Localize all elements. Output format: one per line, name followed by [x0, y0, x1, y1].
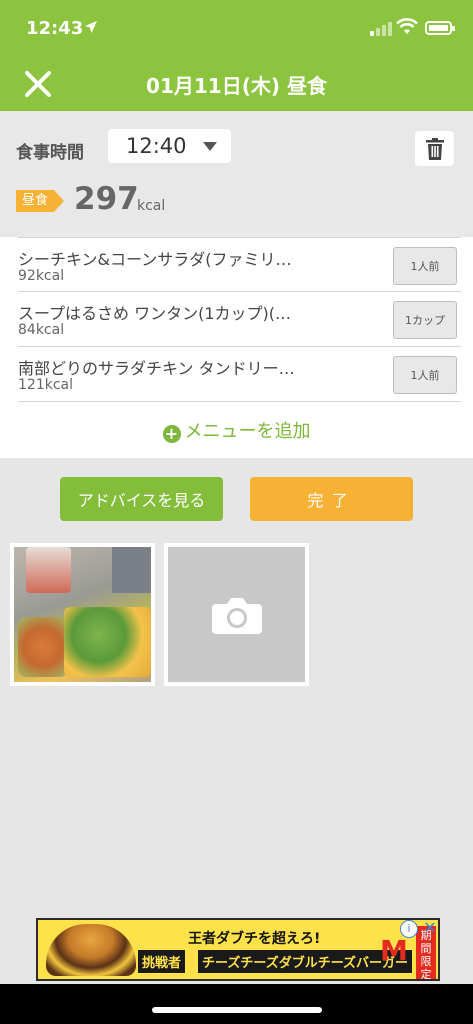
meal-time-section: 食事時間 12:40 昼食 297 kcal	[0, 111, 473, 237]
page-title: 01月11日(木) 昼食	[146, 74, 327, 98]
meal-time-value: 12:40	[126, 134, 187, 158]
add-photo-button[interactable]	[164, 543, 309, 686]
total-kcal-unit: kcal	[137, 198, 166, 214]
ad-banner[interactable]: 王者ダブチを超えろ! 挑戦者 チーズチーズダブルチーズバーガー M 期間限定	[36, 918, 440, 981]
done-button[interactable]: 完了	[250, 477, 413, 521]
meal-photo-thumbnail[interactable]	[10, 543, 155, 686]
ad-burger-image	[46, 924, 136, 976]
menu-item-name: シーチキン&コーンサラダ(ファミリ…	[18, 250, 292, 269]
portion-button[interactable]: 1人前	[393, 356, 457, 394]
nav-bar: 01月11日(木) 昼食	[0, 58, 473, 111]
status-bar: 12:43	[0, 0, 473, 58]
ad-close-icon[interactable]: ✕	[421, 919, 439, 937]
wifi-icon	[396, 18, 418, 34]
caret-down-icon	[203, 142, 217, 151]
menu-item-name: 南部どりのサラダチキン タンドリー…	[18, 359, 295, 378]
advice-button[interactable]: アドバイスを見る	[60, 477, 223, 521]
menu-item[interactable]: 南部どりのサラダチキン タンドリー… 121kcal 1人前	[18, 347, 461, 402]
ad-brand-logo: M	[380, 934, 408, 967]
camera-icon	[211, 597, 262, 634]
meal-time-label: 食事時間	[16, 143, 84, 163]
menu-item[interactable]: シーチキン&コーンサラダ(ファミリ… 92kcal 1人前	[18, 237, 461, 292]
meal-type-badge: 昼食	[16, 190, 65, 212]
add-menu-label: メニューを追加	[184, 421, 311, 442]
menu-item-name: スープはるさめ ワンタン(1カップ)(…	[18, 304, 292, 323]
menu-item-kcal: 92kcal	[18, 268, 65, 284]
menu-item-kcal: 121kcal	[18, 377, 73, 393]
menu-item-kcal: 84kcal	[18, 322, 65, 338]
location-arrow-icon	[85, 21, 97, 33]
meal-time-select[interactable]: 12:40	[108, 129, 231, 163]
portion-button[interactable]: 1カップ	[393, 301, 457, 339]
meal-photo	[14, 547, 151, 682]
menu-item[interactable]: スープはるさめ ワンタン(1カップ)(… 84kcal 1カップ	[18, 292, 461, 347]
ad-info-icon[interactable]: i	[400, 920, 418, 938]
home-indicator[interactable]	[152, 1007, 322, 1013]
delete-button[interactable]	[415, 131, 454, 166]
menu-list: シーチキン&コーンサラダ(ファミリ… 92kcal 1人前 スープはるさめ ワン…	[0, 237, 473, 458]
portion-button[interactable]: 1人前	[393, 247, 457, 285]
cellular-signal-icon	[370, 22, 392, 36]
ad-tag: 挑戦者	[138, 950, 186, 973]
home-bar-area	[0, 984, 473, 1024]
plus-circle-icon: +	[162, 425, 181, 443]
ad-headline: 王者ダブチを超えろ!	[188, 931, 321, 947]
total-kcal-value: 297	[74, 181, 139, 217]
app-header: 12:43 01月11日(木) 昼食	[0, 0, 473, 111]
battery-icon	[425, 21, 455, 35]
status-time: 12:43	[26, 18, 84, 39]
trash-icon	[425, 137, 444, 160]
add-menu-button[interactable]: + メニューを追加	[0, 417, 473, 443]
